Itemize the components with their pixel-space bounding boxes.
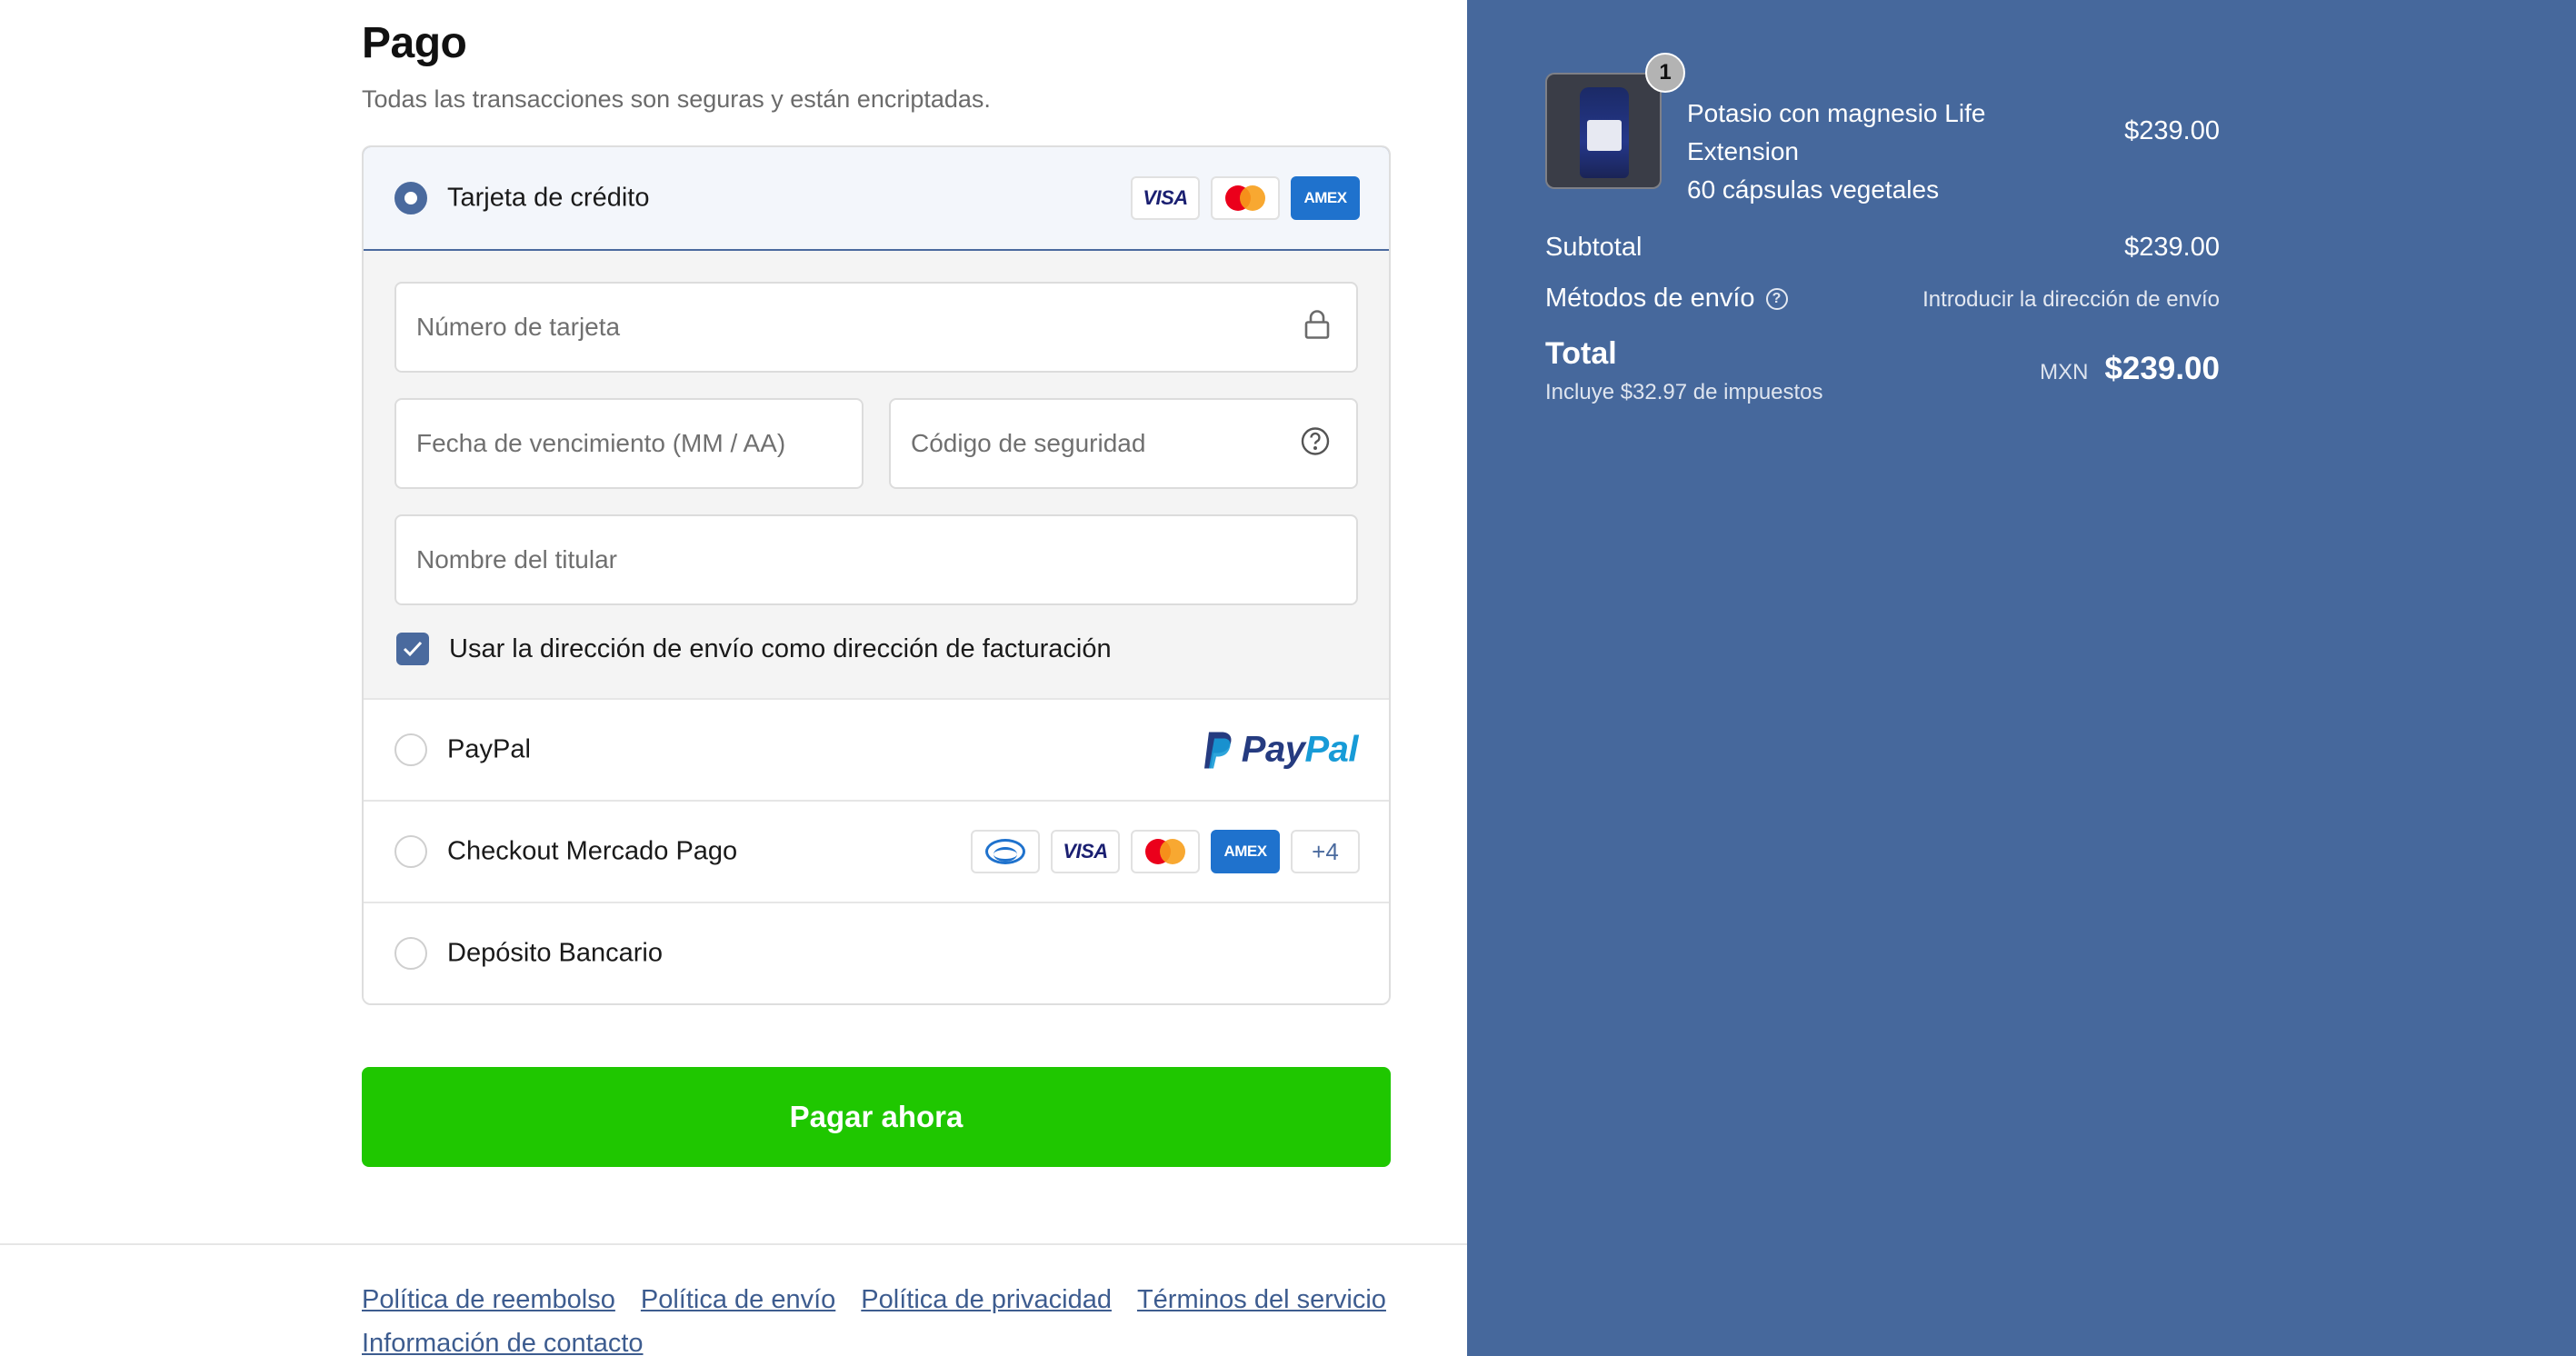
radio-bank-deposit[interactable] bbox=[394, 937, 427, 970]
product-line: 1 Potasio con magnesio Life Extension 60… bbox=[1545, 53, 2220, 204]
tax-note: Incluye $32.97 de impuestos bbox=[1545, 380, 1823, 404]
paypal-logo-text-2: Pal bbox=[1304, 729, 1358, 770]
total-amount: MXN $239.00 bbox=[2040, 351, 2220, 387]
product-price: $239.00 bbox=[2124, 116, 2220, 145]
radio-paypal[interactable] bbox=[394, 733, 427, 766]
billing-checkbox-label: Usar la dirección de envío como direcció… bbox=[449, 633, 1112, 663]
method-paypal[interactable]: PayPal PayPal bbox=[364, 698, 1389, 800]
method-credit-card[interactable]: Tarjeta de crédito VISA AMEX bbox=[364, 147, 1389, 251]
cardholder-name-placeholder: Nombre del titular bbox=[416, 545, 617, 573]
mercado-pago-logos: VISA AMEX +4 bbox=[971, 830, 1360, 873]
method-paypal-label: PayPal bbox=[447, 734, 531, 764]
question-icon[interactable]: ? bbox=[1765, 287, 1788, 310]
currency-code: MXN bbox=[2040, 360, 2089, 384]
amex-logo: AMEX bbox=[1291, 176, 1360, 220]
card-logos: VISA AMEX bbox=[1131, 176, 1360, 220]
mastercard-logo bbox=[1211, 176, 1280, 220]
expiry-field[interactable]: Fecha de vencimiento (MM / AA) bbox=[394, 398, 864, 489]
visa-logo: VISA bbox=[1131, 176, 1200, 220]
card-form: Número de tarjeta Fecha de vencimiento (… bbox=[364, 251, 1389, 698]
security-code-placeholder: Código de seguridad bbox=[911, 429, 1146, 457]
more-logos-badge: +4 bbox=[1291, 830, 1360, 873]
method-bank-deposit[interactable]: Depósito Bancario bbox=[364, 902, 1389, 1003]
help-icon[interactable] bbox=[1300, 426, 1331, 462]
footer-links-row-2: Información de contacto bbox=[362, 1329, 644, 1356]
footer-divider bbox=[0, 1243, 1467, 1245]
paypal-logo: PayPal bbox=[1203, 730, 1358, 771]
checkout-page: Pago Todas las transacciones son seguras… bbox=[0, 0, 2576, 1356]
lock-icon bbox=[1303, 310, 1331, 345]
security-code-field[interactable]: Código de seguridad bbox=[889, 398, 1358, 489]
product-variant: 60 cápsulas vegetales bbox=[1687, 175, 1940, 204]
product-image bbox=[1545, 73, 1662, 189]
product-name-block: Potasio con magnesio Life Extension 60 c… bbox=[1687, 95, 2078, 209]
expiry-placeholder: Fecha de vencimiento (MM / AA) bbox=[416, 429, 786, 457]
paypal-p-icon bbox=[1203, 732, 1232, 768]
page-subtitle: Todas las transacciones son seguras y es… bbox=[362, 85, 991, 113]
radio-mercado-pago[interactable] bbox=[394, 835, 427, 868]
check-icon bbox=[403, 641, 423, 657]
pay-now-button[interactable]: Pagar ahora bbox=[362, 1067, 1391, 1167]
billing-checkbox[interactable] bbox=[396, 633, 429, 665]
method-credit-card-label: Tarjeta de crédito bbox=[447, 183, 650, 213]
subtotal-value: $239.00 bbox=[2124, 233, 2220, 262]
card-number-placeholder: Número de tarjeta bbox=[416, 313, 621, 341]
contact-info-link[interactable]: Información de contacto bbox=[362, 1329, 644, 1356]
method-mercado-pago-label: Checkout Mercado Pago bbox=[447, 836, 738, 866]
billing-address-option[interactable]: Usar la dirección de envío como direcció… bbox=[396, 631, 1112, 667]
shipping-policy-link[interactable]: Política de envío bbox=[641, 1285, 835, 1315]
method-bank-deposit-label: Depósito Bancario bbox=[447, 938, 663, 968]
visa-logo: VISA bbox=[1051, 830, 1120, 873]
subtotal-label: Subtotal bbox=[1545, 233, 1642, 262]
terms-of-service-link[interactable]: Términos del servicio bbox=[1137, 1285, 1386, 1315]
cardholder-name-field[interactable]: Nombre del titular bbox=[394, 514, 1358, 605]
radio-credit-card[interactable] bbox=[394, 182, 427, 214]
shipping-label: Métodos de envío bbox=[1545, 284, 1755, 313]
payment-column: Pago Todas las transacciones son seguras… bbox=[0, 0, 1467, 1356]
mastercard-logo bbox=[1131, 830, 1200, 873]
total-label: Total bbox=[1545, 336, 1617, 371]
product-name: Potasio con magnesio Life Extension bbox=[1687, 99, 1986, 165]
mercado-pago-logo bbox=[971, 830, 1040, 873]
shipping-value: Introducir la dirección de envío bbox=[1922, 287, 2220, 312]
method-mercado-pago[interactable]: Checkout Mercado Pago VISA AMEX +4 bbox=[364, 800, 1389, 902]
bottle-icon bbox=[1580, 87, 1629, 178]
shipping-label-group: Métodos de envío ? bbox=[1545, 284, 1788, 314]
refund-policy-link[interactable]: Política de reembolso bbox=[362, 1285, 615, 1315]
paypal-logo-text-1: Pay bbox=[1241, 729, 1305, 770]
footer-links: Política de reembolso Política de envío … bbox=[362, 1285, 1386, 1315]
amex-logo: AMEX bbox=[1211, 830, 1280, 873]
total-value: $239.00 bbox=[2104, 351, 2220, 386]
payment-methods: Tarjeta de crédito VISA AMEX Número de t… bbox=[362, 145, 1391, 1005]
order-summary: 1 Potasio con magnesio Life Extension 60… bbox=[1467, 0, 2576, 1356]
privacy-policy-link[interactable]: Política de privacidad bbox=[861, 1285, 1112, 1315]
quantity-badge: 1 bbox=[1645, 53, 1685, 93]
card-number-field[interactable]: Número de tarjeta bbox=[394, 282, 1358, 373]
page-title: Pago bbox=[362, 19, 467, 67]
